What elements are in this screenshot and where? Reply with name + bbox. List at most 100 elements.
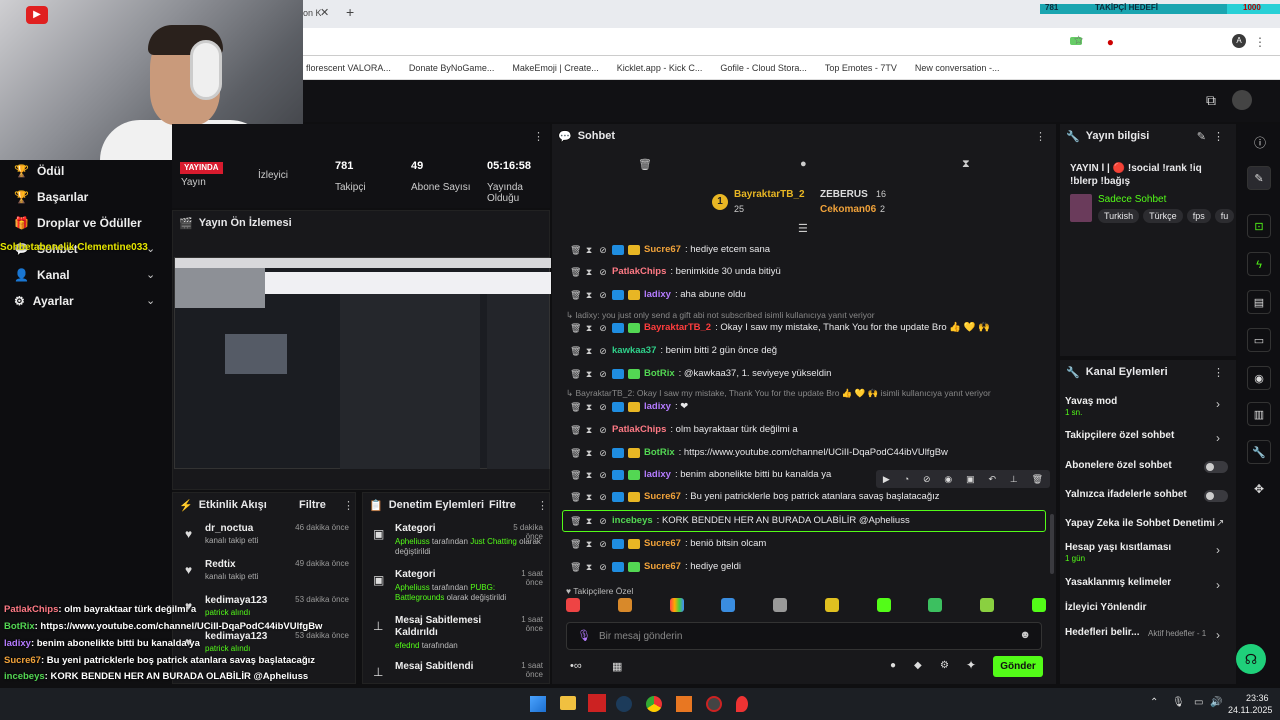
folder-icon[interactable]: [560, 696, 576, 710]
app-icon[interactable]: [706, 696, 722, 712]
trash-icon[interactable]: 🗑: [570, 448, 581, 458]
menu-dots-icon[interactable]: ⋮: [1213, 130, 1224, 143]
clock-date[interactable]: 24.11.2025: [1228, 705, 1272, 715]
timeout-icon[interactable]: ⧗: [584, 492, 594, 502]
activity-filter-button[interactable]: Filtre: [299, 499, 326, 511]
channel-action-label[interactable]: Yasaklanmış kelimeler: [1065, 577, 1171, 588]
emote-icon[interactable]: [928, 598, 943, 612]
info-icon[interactable]: ⓘ: [1254, 134, 1266, 151]
hourglass-icon[interactable]: ⧗: [962, 158, 970, 171]
bookmark-item[interactable]: Gofile - Cloud Stora...: [720, 63, 807, 73]
toggle-switch[interactable]: [1204, 461, 1228, 473]
emote-icon[interactable]: [980, 598, 995, 612]
ban-icon[interactable]: ⊘: [598, 492, 608, 502]
channel-action-label[interactable]: Takipçilere özel sohbet: [1065, 430, 1174, 441]
trash-icon[interactable]: 🗑: [570, 562, 581, 572]
ban-icon[interactable]: ⊘: [598, 267, 608, 277]
chat-username[interactable]: BayraktarTB_2: [644, 322, 711, 333]
ban-icon[interactable]: ⊘: [598, 539, 608, 549]
tag[interactable]: Türkçe: [1143, 209, 1183, 223]
trash-icon[interactable]: 🗑: [570, 539, 581, 549]
activity-user[interactable]: dr_noctua: [205, 523, 253, 534]
timeout-icon[interactable]: ⧗: [584, 346, 594, 356]
edit-icon[interactable]: ✎: [1197, 130, 1206, 143]
chevron-right-icon[interactable]: ›: [1216, 628, 1220, 642]
new-tab-button[interactable]: +: [346, 4, 354, 20]
chat-username[interactable]: ladixy: [644, 401, 671, 412]
channel-action-label[interactable]: Hesap yaşı kısıtlaması: [1065, 542, 1171, 553]
channel-action-label[interactable]: Abonelere özel sohbet: [1065, 460, 1172, 471]
activity-user[interactable]: Redtix: [205, 559, 236, 570]
channel-action-label[interactable]: Yalnızca ifadelerle sohbet: [1065, 489, 1187, 500]
bookmark-item[interactable]: MakeEmoji | Create...: [512, 63, 598, 73]
broadcast-icon[interactable]: ◉: [1247, 366, 1271, 390]
bookmark-item[interactable]: Donate ByNoGame...: [409, 63, 495, 73]
chat-settings-icon[interactable]: ●: [890, 660, 896, 671]
emote-icon[interactable]: [669, 598, 684, 612]
trash-icon[interactable]: 🗑: [570, 267, 581, 277]
timeout-icon[interactable]: ⧗: [584, 290, 594, 300]
clock-time[interactable]: 23:36: [1246, 693, 1269, 703]
monitor-icon[interactable]: ▭: [1194, 697, 1203, 708]
chat-username[interactable]: Sucre67: [644, 491, 681, 502]
timeout-icon[interactable]: ⧗: [584, 402, 594, 412]
chevron-right-icon[interactable]: ›: [1216, 397, 1220, 411]
valorant-icon[interactable]: [736, 696, 748, 712]
gift-icon[interactable]: ✦: [966, 658, 976, 672]
chat-username[interactable]: ladixy: [644, 289, 671, 300]
trash-icon[interactable]: 🗑: [570, 290, 581, 300]
ban-icon[interactable]: ⊘: [598, 369, 608, 379]
chat-username[interactable]: BotRix: [644, 447, 675, 458]
undo-icon[interactable]: ↶: [989, 474, 997, 485]
timeout-icon[interactable]: ⧗: [584, 470, 594, 480]
moderation-user[interactable]: efednd: [395, 641, 419, 650]
pin-icon[interactable]: ⊥: [1010, 474, 1018, 485]
ban-icon[interactable]: ⊘: [598, 425, 608, 435]
clock-icon[interactable]: ◔: [904, 474, 909, 484]
menu-dots-icon[interactable]: ⋮: [343, 499, 354, 512]
emote-icon[interactable]: [566, 598, 580, 612]
extension-icon[interactable]: ●: [1107, 35, 1114, 49]
chat-input[interactable]: 🎙 Bir mesaj gönderin ☻: [566, 622, 1042, 650]
pin-toggle-icon[interactable]: ☰: [798, 222, 808, 235]
chat-username[interactable]: BotRix: [644, 368, 675, 379]
timeout-icon[interactable]: ⧗: [584, 448, 594, 458]
emote-icon[interactable]: [773, 598, 788, 612]
category-name[interactable]: Sadece Sohbet: [1098, 194, 1166, 205]
gift-second-name[interactable]: ZEBERUS: [820, 189, 868, 200]
activity-user[interactable]: kedimaya123: [205, 631, 267, 642]
close-tab-icon[interactable]: ✕: [320, 6, 329, 19]
ban-icon[interactable]: ⊘: [598, 346, 608, 356]
menu-dots-icon[interactable]: ⋮: [1035, 130, 1046, 143]
volume-icon[interactable]: 🔊: [1210, 697, 1222, 708]
copy-icon[interactable]: ▣: [966, 474, 975, 485]
mic-icon[interactable]: 🎙: [577, 629, 591, 642]
chevron-up-icon[interactable]: ⌃: [1150, 697, 1158, 708]
channel-action-label[interactable]: Hedefleri belir...: [1065, 627, 1139, 638]
gift-leader-name[interactable]: BayraktarTB_2: [734, 189, 805, 200]
chat-username[interactable]: Sucre67: [644, 538, 681, 549]
menu-dots-icon[interactable]: ⋮: [1254, 35, 1266, 49]
moderation-filter-button[interactable]: Filtre: [489, 499, 516, 511]
chevron-right-icon[interactable]: ›: [1216, 543, 1220, 557]
trash-icon[interactable]: 🗑: [570, 470, 581, 480]
bell-icon[interactable]: ◆: [914, 660, 922, 671]
layout-icon[interactable]: ▥: [1247, 402, 1271, 426]
chat-username[interactable]: ladixy: [644, 469, 671, 480]
bookmark-item[interactable]: Kicklet.app - Kick C...: [617, 63, 703, 73]
trash-icon[interactable]: 🗑: [570, 492, 581, 502]
moderation-user[interactable]: Apheliuss: [395, 583, 430, 592]
gear-icon[interactable]: ⚙: [940, 660, 949, 671]
infinity-icon[interactable]: •∞: [570, 660, 582, 672]
emote-icon[interactable]: [824, 598, 839, 612]
trash-icon[interactable]: 🗑: [570, 369, 581, 379]
tab-title[interactable]: on K: [303, 8, 322, 18]
chat-bubble-icon[interactable]: ●: [800, 158, 807, 170]
profile-avatar[interactable]: A: [1232, 34, 1246, 48]
trash-icon[interactable]: 🗑: [1032, 474, 1043, 485]
chevron-right-icon[interactable]: ›: [1216, 578, 1220, 592]
mic-icon[interactable]: 🎙: [1172, 697, 1185, 708]
chat-scrollbar[interactable]: [1050, 514, 1054, 574]
ban-icon[interactable]: ⊘: [598, 448, 608, 458]
chat-username[interactable]: kawkaa37: [612, 345, 656, 356]
